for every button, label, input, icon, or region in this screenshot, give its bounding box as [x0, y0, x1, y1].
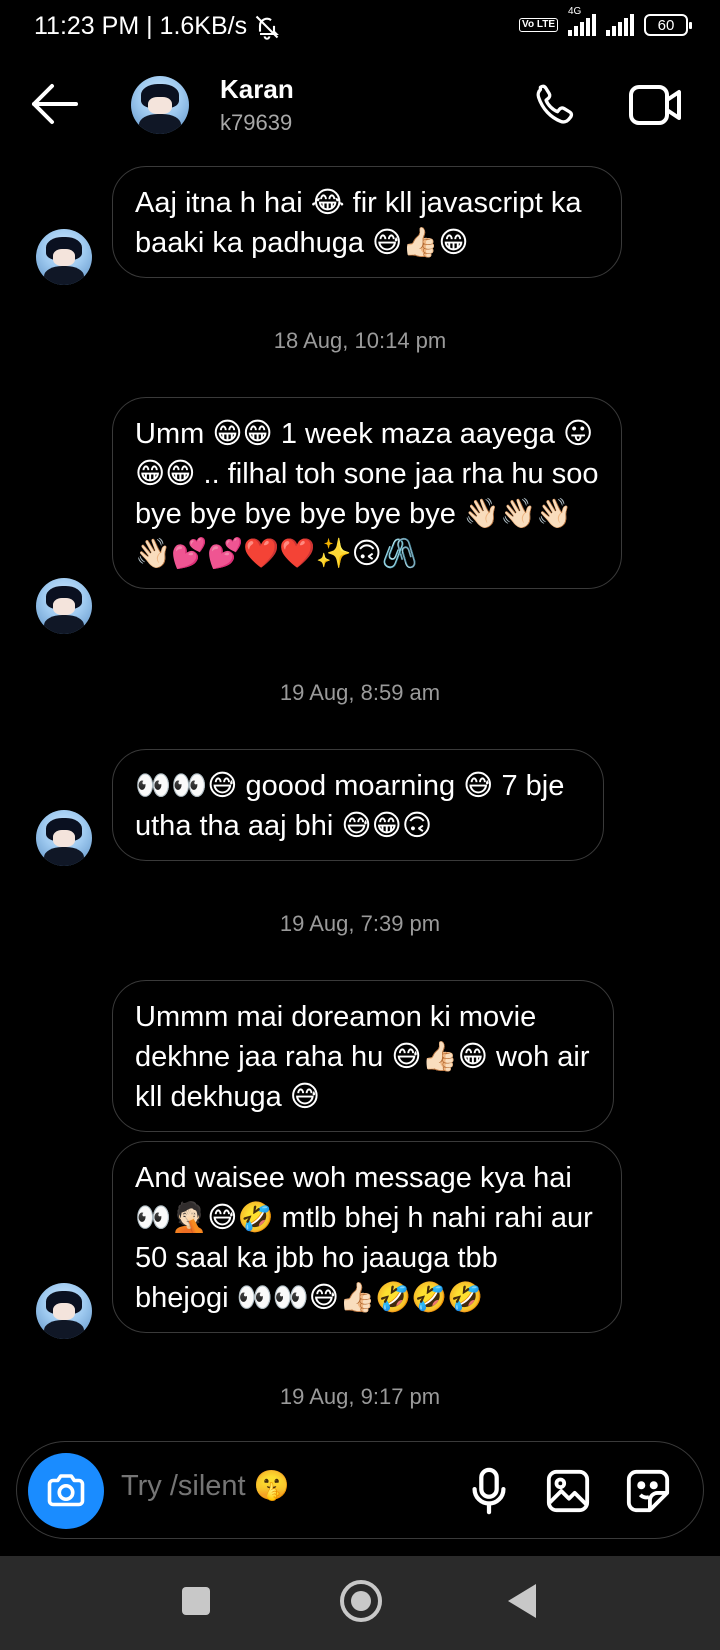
signal-icon	[606, 14, 634, 36]
back-button[interactable]	[508, 1584, 536, 1618]
message-bubble[interactable]: Umm 😁😁 1 week maza aayega 😛😁😁 .. filhal …	[112, 397, 622, 589]
gallery-icon[interactable]	[545, 1468, 591, 1514]
sticker-icon[interactable]	[625, 1468, 671, 1514]
system-nav-bar	[0, 1556, 720, 1650]
timestamp: 19 Aug, 8:59 am	[279, 680, 441, 705]
avatar[interactable]	[36, 1283, 92, 1339]
status-time-speed: 11:23 PM | 1.6KB/s	[34, 12, 248, 40]
status-bar: 11:23 PM | 1.6KB/s Vo LTE 4G 60	[0, 0, 720, 56]
message-text: And waisee woh message kya hai 👀🤦🏻😅🤣 mtl…	[135, 1162, 593, 1314]
volte-icon: Vo LTE	[519, 18, 558, 32]
message-composer	[16, 1441, 704, 1539]
contact-username[interactable]: k79639	[220, 110, 292, 136]
chat-header: Karan k79639	[0, 60, 720, 156]
recents-button[interactable]	[182, 1587, 210, 1615]
timestamp: 18 Aug, 10:14 pm	[273, 328, 447, 353]
bell-off-icon	[255, 15, 279, 40]
phone-icon[interactable]	[530, 80, 580, 130]
avatar[interactable]	[36, 229, 92, 285]
message-text: Ummm mai doreamon ki movie dekhne jaa ra…	[135, 1001, 590, 1113]
contact-name[interactable]: Karan	[220, 74, 294, 105]
signal-4g-icon: 4G	[568, 6, 596, 36]
camera-icon	[47, 1474, 85, 1507]
message-bubble[interactable]: Aaj itna h hai 😂 fir kll javascript ka b…	[112, 166, 622, 278]
message-text: Aaj itna h hai 😂 fir kll javascript ka b…	[135, 187, 582, 259]
home-button[interactable]	[340, 1580, 382, 1622]
avatar[interactable]	[131, 76, 189, 134]
battery-icon: 60	[644, 14, 692, 36]
avatar[interactable]	[36, 810, 92, 866]
message-bubble[interactable]: And waisee woh message kya hai 👀🤦🏻😅🤣 mtl…	[112, 1141, 622, 1333]
back-arrow-icon[interactable]	[30, 82, 80, 126]
message-bubble[interactable]: 👀👀😅 goood moarning 😅 7 bje utha tha aaj …	[112, 749, 604, 861]
video-call-icon[interactable]	[628, 82, 684, 128]
microphone-icon[interactable]	[469, 1466, 509, 1516]
status-left: 11:23 PM | 1.6KB/s	[34, 12, 281, 41]
avatar[interactable]	[36, 578, 92, 634]
status-right: Vo LTE 4G 60	[519, 6, 692, 36]
timestamp: 19 Aug, 9:17 pm	[279, 1384, 441, 1409]
timestamp: 19 Aug, 7:39 pm	[279, 911, 441, 936]
camera-button[interactable]	[28, 1453, 104, 1529]
message-text: 👀👀😅 goood moarning 😅 7 bje utha tha aaj …	[135, 770, 565, 842]
message-bubble[interactable]: Ummm mai doreamon ki movie dekhne jaa ra…	[112, 980, 614, 1132]
message-text: Umm 😁😁 1 week maza aayega 😛😁😁 .. filhal …	[135, 418, 599, 570]
message-input[interactable]	[121, 1470, 441, 1503]
